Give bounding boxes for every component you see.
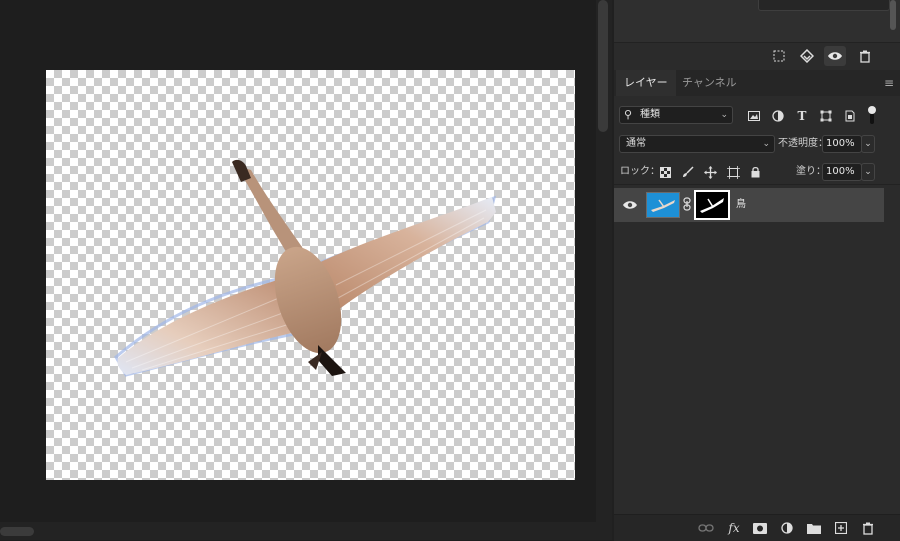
lock-position-icon[interactable] [701, 163, 719, 181]
fx-icon[interactable]: fx [724, 519, 744, 537]
pixel-filter-icon[interactable] [745, 107, 763, 125]
document-canvas[interactable] [46, 70, 575, 480]
properties-toolbar [614, 43, 900, 69]
shape-filter-icon[interactable] [817, 107, 835, 125]
blend-mode-value: 通常 [626, 138, 646, 149]
lock-transparent-icon[interactable] [656, 163, 674, 181]
opacity-dropdown-icon[interactable]: ⌄ [861, 135, 875, 153]
horizontal-scrollbar[interactable] [0, 522, 596, 540]
layer-filter-row: ⚲ 種類 ⌄ T [614, 100, 900, 130]
blend-mode-select[interactable]: 通常 ⌄ [619, 135, 775, 153]
visibility-icon[interactable] [824, 46, 846, 66]
tab-layers[interactable]: レイヤー [616, 70, 676, 96]
search-icon: ⚲ [624, 108, 633, 121]
adjustment-layer-icon[interactable] [777, 519, 797, 537]
fill-input[interactable]: 100% [822, 163, 862, 181]
tab-channels[interactable]: チャンネル [674, 70, 745, 96]
chevron-down-icon: ⌄ [720, 110, 728, 120]
layer-mask-thumbnail[interactable] [694, 190, 730, 220]
delete-layer-icon[interactable] [858, 519, 878, 537]
opacity-label: 不透明度： [778, 138, 828, 149]
vertical-scroll-thumb[interactable] [598, 0, 608, 132]
eye-icon[interactable] [622, 197, 638, 213]
opacity-input[interactable]: 100% [822, 135, 862, 153]
canvas-area[interactable] [0, 0, 596, 522]
properties-panel [614, 0, 900, 43]
right-panel: レイヤー チャンネル ≡ ⚲ 種類 ⌄ T 通常 ⌄ 不透明度： 100% ⌄ … [612, 0, 900, 541]
fill-dropdown-icon[interactable]: ⌄ [861, 163, 875, 181]
layer-row[interactable]: 鳥 [614, 188, 884, 222]
filter-kind-select[interactable]: ⚲ 種類 ⌄ [619, 106, 733, 124]
layer-name[interactable]: 鳥 [736, 188, 746, 222]
lock-artboard-icon[interactable] [724, 163, 742, 181]
layer-thumbnail[interactable] [646, 192, 680, 218]
lock-paint-icon[interactable] [679, 163, 697, 181]
panel-menu-icon[interactable]: ≡ [884, 77, 896, 89]
mask-select-icon[interactable] [796, 46, 818, 66]
swan-image [114, 159, 497, 377]
chevron-down-icon: ⌄ [762, 139, 770, 149]
link-layers-icon[interactable] [696, 519, 716, 537]
layers-bottom-toolbar: fx [614, 514, 900, 541]
lock-all-icon[interactable] [746, 163, 764, 181]
trash-icon[interactable] [854, 46, 876, 66]
smart-object-filter-icon[interactable] [841, 107, 859, 125]
filter-toggle-switch[interactable] [868, 106, 876, 126]
lock-row: ロック： 塗り： 100% ⌄ [614, 160, 900, 185]
properties-content-box [758, 0, 890, 11]
lock-label: ロック： [620, 166, 660, 177]
group-folder-icon[interactable] [804, 519, 824, 537]
properties-scroll-thumb[interactable] [890, 0, 896, 30]
type-filter-icon[interactable]: T [793, 107, 811, 125]
new-layer-icon[interactable] [831, 519, 851, 537]
layers-panel-tabs: レイヤー チャンネル ≡ [614, 70, 900, 96]
adjustment-filter-icon[interactable] [769, 107, 787, 125]
mask-link-icon[interactable] [683, 197, 693, 213]
blend-row: 通常 ⌄ 不透明度： 100% ⌄ [614, 134, 900, 156]
filter-kind-label: 種類 [640, 109, 660, 120]
horizontal-scroll-thumb[interactable] [0, 527, 34, 536]
add-mask-icon[interactable] [750, 519, 770, 537]
selection-icon[interactable] [768, 46, 790, 66]
